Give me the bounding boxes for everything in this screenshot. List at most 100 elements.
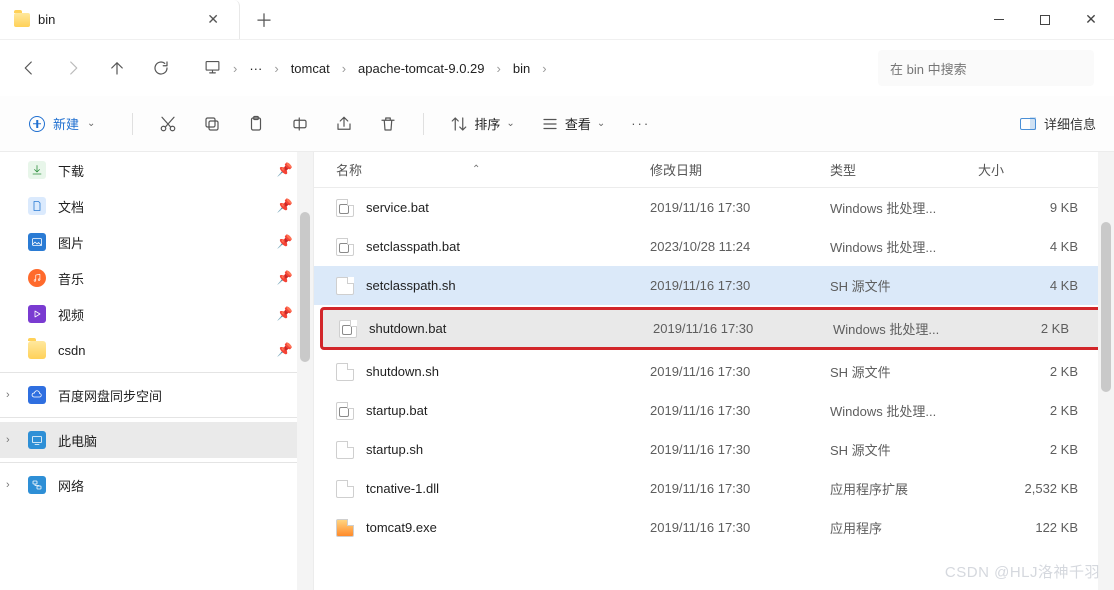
cut-button[interactable] [159,115,177,133]
file-date: 2019/11/16 17:30 [650,520,830,535]
copy-button[interactable] [203,115,221,133]
table-row[interactable]: startup.sh 2019/11/16 17:30 SH 源文件 2 KB [314,430,1114,469]
share-button[interactable] [335,115,353,133]
rename-button[interactable] [291,115,309,133]
file-date: 2019/11/16 17:30 [650,403,830,418]
sidebar-item-label: 百度网盘同步空间 [58,386,293,405]
cloud-icon [28,386,46,404]
new-tab-button[interactable]: ＋ [240,0,288,39]
sidebar-item-pictures[interactable]: 图片 📌 [0,224,313,260]
search-input[interactable]: 在 bin 中搜索 [878,50,1094,86]
sidebar-item-documents[interactable]: 文档 📌 [0,188,313,224]
file-date: 2023/10/28 11:24 [650,239,830,254]
sidebar-item-this-pc[interactable]: › 此电脑 [0,422,313,458]
details-pane-button[interactable]: 详细信息 [1020,114,1096,133]
sidebar-item-baidu[interactable]: › 百度网盘同步空间 [0,377,313,413]
back-button[interactable] [20,59,38,77]
sidebar-item-label: 此电脑 [58,431,293,450]
file-type: 应用程序扩展 [830,479,978,498]
breadcrumb-item-bin[interactable]: bin [513,61,530,76]
sidebar-item-videos[interactable]: 视频 📌 [0,296,313,332]
file-type: SH 源文件 [830,276,978,295]
column-name[interactable]: 名称⌃ [336,160,650,179]
file-size: 2 KB [978,442,1114,457]
file-name: tomcat9.exe [366,520,437,535]
file-size: 122 KB [978,520,1114,535]
scrollbar-thumb[interactable] [1101,222,1111,392]
table-row-highlighted[interactable]: shutdown.bat 2019/11/16 17:30 Windows 批处… [320,307,1108,350]
sort-asc-icon: ⌃ [472,164,480,175]
expand-caret-icon[interactable]: › [6,479,10,491]
chevron-down-icon: ⌄ [506,118,514,129]
table-row[interactable]: startup.bat 2019/11/16 17:30 Windows 批处理… [314,391,1114,430]
divider [132,113,133,135]
search-placeholder: 在 bin 中搜索 [890,59,967,78]
file-name: startup.sh [366,442,423,457]
plus-icon [29,116,45,132]
paste-button[interactable] [247,115,265,133]
table-row[interactable]: setclasspath.sh 2019/11/16 17:30 SH 源文件 … [314,266,1114,305]
toolbar: 新建 ⌄ 排序 ⌄ 查看 ⌄ ··· 详细信息 [0,96,1114,152]
breadcrumb-item-tomcat[interactable]: tomcat [291,61,330,76]
sidebar-item-music[interactable]: 音乐 📌 [0,260,313,296]
scrollbar-thumb[interactable] [300,212,310,362]
sidebar-item-label: csdn [58,343,265,358]
sort-button[interactable]: 排序 ⌄ [450,114,514,133]
table-row[interactable]: tcnative-1.dll 2019/11/16 17:30 应用程序扩展 2… [314,469,1114,508]
file-scrollbar[interactable] [1098,152,1114,590]
forward-button[interactable] [64,59,82,77]
sidebar-scrollbar[interactable] [297,152,313,590]
delete-button[interactable] [379,115,397,133]
table-row[interactable]: tomcat9.exe 2019/11/16 17:30 应用程序 122 KB [314,508,1114,547]
file-icon [336,480,354,498]
view-button[interactable]: 查看 ⌄ [541,114,605,133]
minimize-button[interactable] [976,0,1022,39]
picture-icon [28,233,46,251]
more-button[interactable]: ··· [631,116,650,131]
file-icon [336,363,354,381]
table-row[interactable]: service.bat 2019/11/16 17:30 Windows 批处理… [314,188,1114,227]
file-type: Windows 批处理... [830,237,978,256]
breadcrumb-item-apache[interactable]: apache-tomcat-9.0.29 [358,61,484,76]
sidebar-item-csdn[interactable]: csdn 📌 [0,332,313,368]
file-icon [339,320,357,338]
pc-icon[interactable] [204,58,221,78]
breadcrumb-more[interactable]: ··· [249,61,262,76]
up-button[interactable] [108,59,126,77]
column-date[interactable]: 修改日期 [650,160,830,179]
file-icon [336,238,354,256]
file-name: setclasspath.bat [366,239,460,254]
file-icon [336,402,354,420]
breadcrumb[interactable]: › ··· › tomcat › apache-tomcat-9.0.29 › … [192,50,856,86]
close-tab-button[interactable]: ✕ [201,7,225,32]
chevron-right-icon: › [274,61,278,76]
music-icon [28,269,46,287]
chevron-right-icon: › [497,61,501,76]
file-icon [336,277,354,295]
column-headers: 名称⌃ 修改日期 类型 大小 [314,152,1114,188]
column-type[interactable]: 类型 [830,160,978,179]
sidebar-item-label: 视频 [58,305,265,324]
chevron-down-icon: ⌄ [87,118,95,129]
expand-caret-icon[interactable]: › [6,389,10,401]
titlebar: bin ✕ ＋ ✕ [0,0,1114,40]
sidebar-item-network[interactable]: › 网络 [0,467,313,503]
file-name: service.bat [366,200,429,215]
refresh-button[interactable] [152,59,170,77]
file-size: 4 KB [978,239,1114,254]
window-tab[interactable]: bin ✕ [0,0,240,39]
sidebar-item-label: 图片 [58,233,265,252]
new-button[interactable]: 新建 ⌄ [18,107,106,141]
table-row[interactable]: setclasspath.bat 2023/10/28 11:24 Window… [314,227,1114,266]
sidebar: 下载 📌 文档 📌 图片 📌 音乐 📌 视频 📌 csdn 📌 [0,152,314,590]
close-window-button[interactable]: ✕ [1068,0,1114,39]
new-button-label: 新建 [53,114,79,133]
sidebar-item-downloads[interactable]: 下载 📌 [0,152,313,188]
pin-icon: 📌 [277,342,293,358]
table-row[interactable]: shutdown.sh 2019/11/16 17:30 SH 源文件 2 KB [314,352,1114,391]
expand-caret-icon[interactable]: › [6,434,10,446]
column-size[interactable]: 大小 [978,160,1114,179]
maximize-button[interactable] [1022,0,1068,39]
details-pane-icon [1020,118,1036,130]
folder-icon [14,13,30,27]
